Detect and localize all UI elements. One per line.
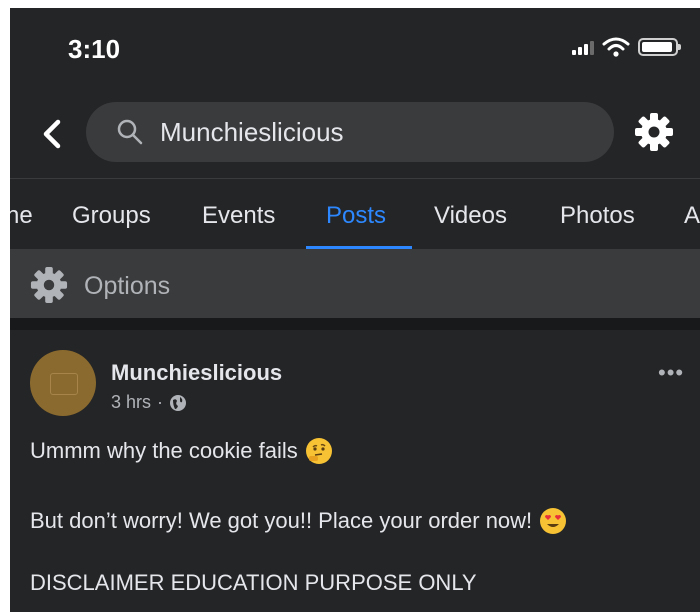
signal-icon bbox=[572, 39, 594, 55]
options-label: Options bbox=[84, 272, 171, 300]
post-meta: 3 hrs · bbox=[111, 392, 187, 413]
post-author[interactable]: Munchieslicious bbox=[111, 360, 282, 386]
post-line-1: Ummm why the cookie fails bbox=[30, 438, 332, 464]
tab-bar: ne Groups Events Posts Videos Photos A bbox=[10, 186, 700, 250]
search-bar[interactable] bbox=[86, 102, 614, 162]
header-divider bbox=[10, 178, 700, 179]
globe-icon bbox=[170, 394, 187, 411]
tab-home[interactable]: ne bbox=[10, 202, 33, 230]
options-gear-icon bbox=[30, 266, 68, 304]
post-line-2: But don’t worry! We got you!! Place your… bbox=[30, 508, 567, 534]
gear-icon[interactable] bbox=[634, 112, 674, 152]
post-line-3: DISCLAIMER EDUCATION PURPOSE ONLY bbox=[30, 570, 477, 596]
status-icons bbox=[572, 37, 681, 57]
more-options-button[interactable]: ••• bbox=[658, 360, 684, 386]
tab-videos[interactable]: Videos bbox=[434, 202, 507, 230]
tab-groups[interactable]: Groups bbox=[72, 202, 151, 230]
post-time[interactable]: 3 hrs bbox=[111, 392, 151, 413]
thinking-face-emoji bbox=[305, 438, 332, 464]
tab-photos[interactable]: Photos bbox=[560, 202, 635, 230]
post-text: DISCLAIMER EDUCATION PURPOSE ONLY bbox=[30, 570, 477, 595]
back-arrow-icon[interactable] bbox=[38, 116, 64, 152]
wifi-icon bbox=[602, 37, 630, 57]
section-divider bbox=[10, 318, 700, 330]
search-input[interactable] bbox=[160, 116, 580, 148]
post-text: Ummm why the cookie fails bbox=[30, 438, 298, 463]
tab-events[interactable]: Events bbox=[202, 202, 275, 230]
heart-eyes-emoji bbox=[540, 508, 567, 534]
search-icon bbox=[117, 119, 143, 145]
battery-icon bbox=[638, 38, 681, 56]
options-bar[interactable]: Options bbox=[10, 250, 700, 318]
tab-posts[interactable]: Posts bbox=[326, 202, 386, 230]
meta-separator: · bbox=[157, 392, 164, 412]
tab-about[interactable]: A bbox=[684, 202, 700, 230]
screen: 3:10 Munchieslicious ne Groups Events Po… bbox=[10, 8, 700, 612]
status-time: 3:10 bbox=[68, 34, 121, 64]
avatar[interactable] bbox=[30, 350, 96, 416]
post-text: But don’t worry! We got you!! Place your… bbox=[30, 508, 533, 533]
